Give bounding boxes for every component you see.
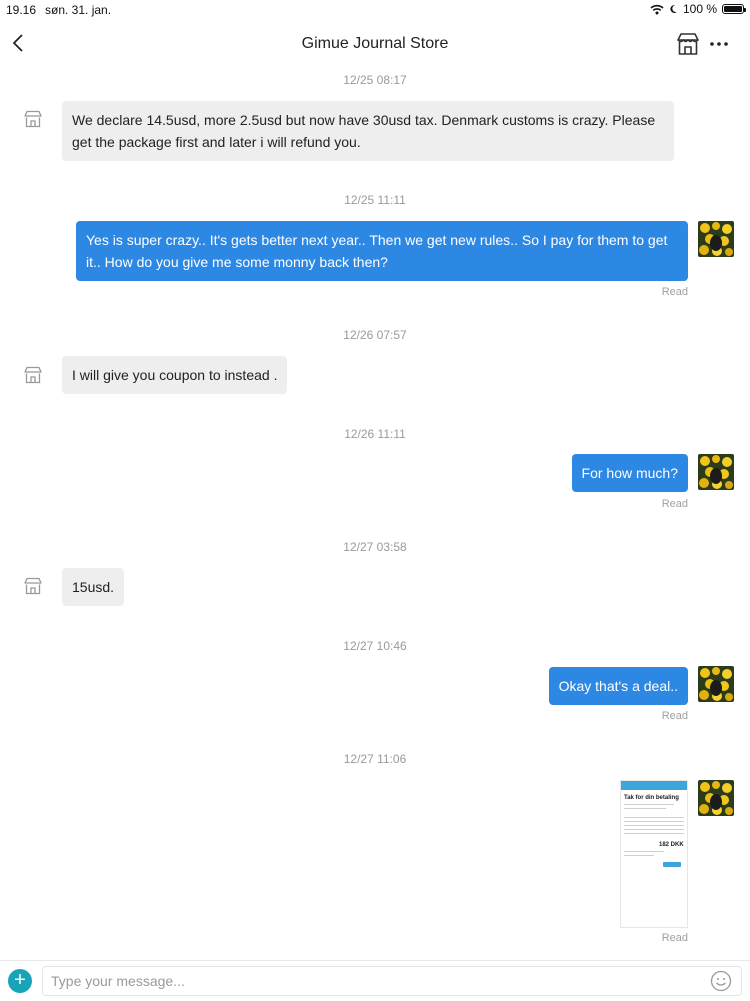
battery-percent: 100 % [682, 2, 717, 16]
message-composer: + [0, 960, 750, 1001]
shop-avatar-icon [24, 577, 42, 595]
incoming-message: I will give you coupon to instead . [62, 356, 288, 394]
outgoing-message: For how much? [571, 454, 688, 492]
avatar[interactable] [698, 221, 734, 257]
status-bar: 19.16 søn. 31. jan. 100 % [0, 0, 750, 20]
emoji-icon[interactable] [710, 970, 732, 992]
receipt-title: Tak for din betaling [624, 795, 679, 801]
outgoing-message: Yes is super crazy.. It's gets better ne… [76, 221, 688, 281]
receipt-header [621, 781, 687, 790]
shop-avatar-icon [24, 366, 42, 384]
message-timestamp: 12/26 07:57 [343, 328, 407, 342]
incoming-message: 15usd. [62, 568, 125, 606]
message-timestamp: 12/27 03:58 [343, 540, 407, 554]
plus-icon[interactable]: + [8, 969, 32, 993]
wifi-icon [650, 4, 664, 14]
status-right: 100 % [650, 2, 746, 16]
store-icon[interactable] [676, 32, 700, 56]
shop-avatar-icon [24, 110, 42, 128]
message-timestamp: 12/26 11:11 [344, 427, 406, 441]
receipt-amount: 182 DKK [659, 842, 684, 848]
image-attachment[interactable]: Tak for din betaling 182 DKK [620, 780, 688, 928]
status-time: 19.16 [6, 3, 37, 17]
status-date: søn. 31. jan. [45, 3, 112, 17]
outgoing-message: Okay that's a deal.. [548, 667, 688, 705]
avatar[interactable] [698, 454, 734, 490]
read-receipt: Read [661, 932, 688, 944]
read-receipt: Read [661, 286, 688, 298]
page-title: Gimue Journal Store [301, 35, 449, 52]
receipt-button [663, 862, 681, 867]
read-receipt: Read [661, 710, 688, 722]
read-receipt: Read [661, 498, 688, 510]
message-timestamp: 12/25 11:11 [344, 193, 406, 207]
message-timestamp: 12/25 08:17 [343, 73, 407, 87]
more-icon[interactable] [708, 32, 730, 56]
chat-header: Gimue Journal Store [0, 24, 750, 64]
incoming-message: We declare 14.5usd, more 2.5usd but now … [62, 101, 674, 161]
moon-icon [670, 4, 677, 13]
battery-icon [722, 4, 746, 14]
message-timestamp: 12/27 10:46 [343, 639, 407, 653]
message-timestamp: 12/27 11:06 [343, 752, 407, 766]
avatar[interactable] [698, 780, 734, 816]
avatar[interactable] [698, 666, 734, 702]
message-input[interactable] [42, 966, 742, 996]
